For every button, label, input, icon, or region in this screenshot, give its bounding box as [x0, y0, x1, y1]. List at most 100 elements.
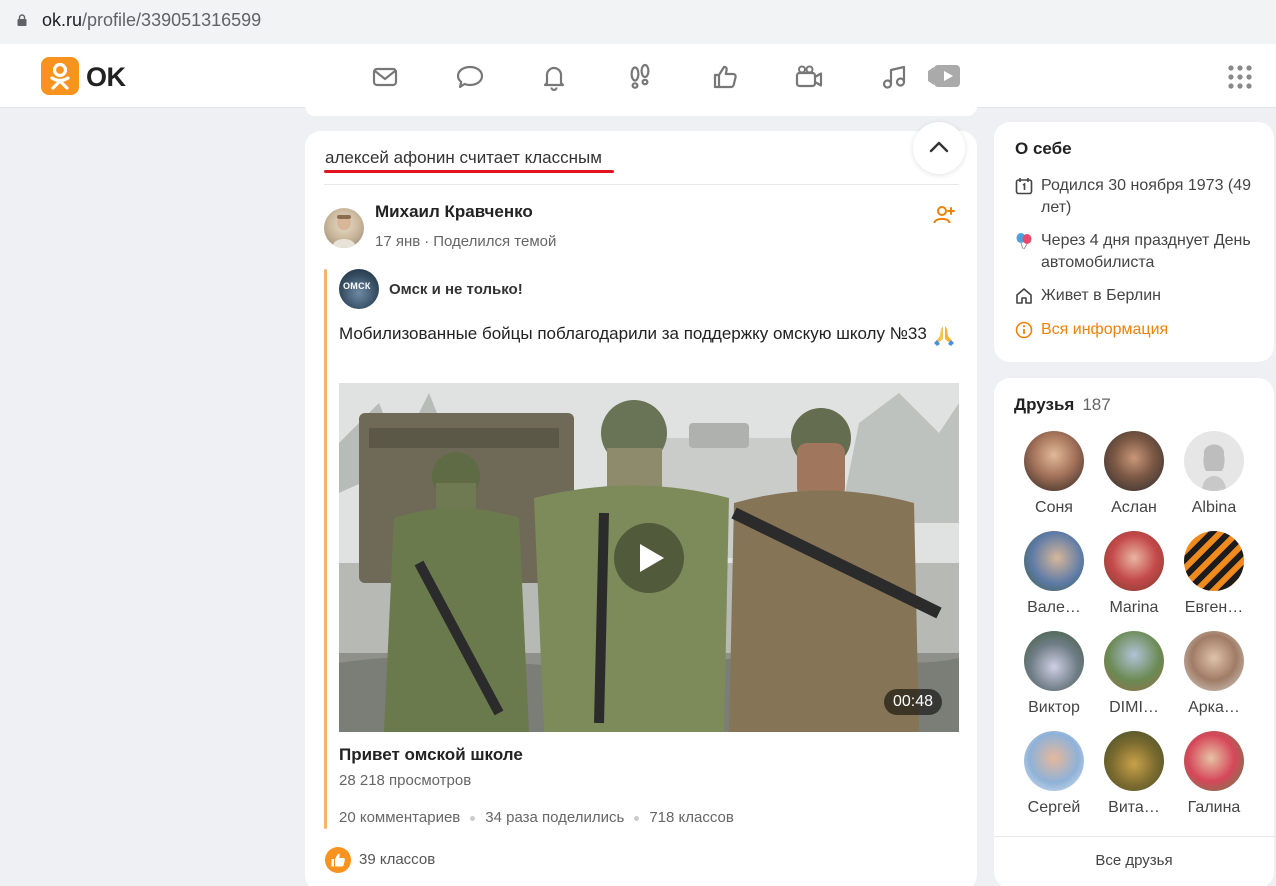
- red-underline: [324, 170, 614, 173]
- friend-avatar[interactable]: [1104, 631, 1164, 691]
- klass-like-icon[interactable]: [325, 847, 351, 873]
- friend-item[interactable]: Аслан: [1094, 431, 1174, 523]
- group-name[interactable]: Омск и не только!: [389, 281, 523, 298]
- add-friend-icon[interactable]: [933, 205, 955, 225]
- browser-url-bar: ok.ru/profile/339051316599: [0, 0, 1276, 44]
- friend-avatar[interactable]: [1184, 431, 1244, 491]
- friend-item[interactable]: Соня: [1014, 431, 1094, 523]
- footprints-icon[interactable]: [625, 62, 655, 92]
- friend-item[interactable]: Сергей: [1014, 731, 1094, 823]
- music-icon[interactable]: [879, 62, 909, 92]
- quote-bar: [324, 269, 327, 829]
- friend-name[interactable]: Евген…: [1174, 599, 1254, 617]
- friend-item[interactable]: Albina: [1174, 431, 1254, 523]
- friend-item[interactable]: DIMI…: [1094, 631, 1174, 723]
- author-avatar[interactable]: [324, 208, 364, 248]
- collapse-button[interactable]: [913, 122, 965, 174]
- friend-name[interactable]: Галина: [1174, 799, 1254, 817]
- about-title: О себе: [1015, 139, 1072, 158]
- friend-item[interactable]: Вале…: [1014, 531, 1094, 623]
- about-card: О себе Родился 30 ноября 1973 (49 лет) Ч…: [994, 122, 1274, 362]
- friends-count: 187: [1082, 395, 1111, 414]
- friend-item[interactable]: Арка…: [1174, 631, 1254, 723]
- mail-icon[interactable]: [370, 62, 400, 92]
- group-avatar-text: ОМСК: [343, 281, 371, 291]
- friend-avatar[interactable]: [1184, 731, 1244, 791]
- friend-name[interactable]: DIMI…: [1094, 699, 1174, 717]
- video-player[interactable]: 00:48: [339, 383, 959, 732]
- friend-avatar[interactable]: [1024, 531, 1084, 591]
- previous-card-edge: [305, 106, 977, 116]
- friend-name[interactable]: Albina: [1174, 499, 1254, 517]
- friend-avatar[interactable]: [1024, 731, 1084, 791]
- ok-logo-icon[interactable]: [41, 57, 79, 95]
- friend-avatar[interactable]: [1104, 531, 1164, 591]
- post-stats: 20 комментариев 34 раза поделились 718 кла…: [339, 809, 734, 826]
- friend-item[interactable]: Евген…: [1174, 531, 1254, 623]
- logo-text[interactable]: OK: [86, 62, 126, 93]
- separator-dot: [470, 815, 476, 821]
- all-info-text[interactable]: Вся информация: [1041, 321, 1168, 338]
- friend-item[interactable]: Галина: [1174, 731, 1254, 823]
- friend-name[interactable]: Вале…: [1014, 599, 1094, 617]
- calendar-icon: [1015, 178, 1033, 195]
- klass-header[interactable]: алексей афонин считает классным: [325, 148, 602, 168]
- apps-grid-icon[interactable]: [1227, 64, 1253, 90]
- feed-card: алексей афонин считает классным Михаил К…: [305, 122, 977, 886]
- post-date[interactable]: 17 янв: [375, 233, 420, 250]
- default-female-avatar-icon: [1202, 444, 1226, 491]
- all-info-link[interactable]: Вся информация: [1015, 319, 1265, 341]
- friend-name[interactable]: Виктор: [1014, 699, 1094, 717]
- friend-avatar[interactable]: [1104, 431, 1164, 491]
- chat-icon[interactable]: [455, 62, 485, 92]
- author-name[interactable]: Михаил Кравченко: [375, 202, 533, 222]
- post-meta: 17 янв · Поделился темой: [375, 233, 557, 250]
- post-action: Поделился темой: [433, 233, 557, 250]
- location-text: Живет в Берлин: [1041, 287, 1161, 304]
- comments-count[interactable]: 20 комментариев: [339, 809, 460, 826]
- friends-title[interactable]: Друзья: [1014, 395, 1074, 414]
- location-info: Живет в Берлин: [1015, 285, 1265, 307]
- friend-name[interactable]: Вита…: [1094, 799, 1174, 817]
- bell-icon[interactable]: [539, 62, 569, 92]
- video-camera-icon[interactable]: [794, 62, 824, 92]
- video-views: 28 218 просмотров: [339, 772, 472, 789]
- friend-item[interactable]: Виктор: [1014, 631, 1094, 723]
- friend-name[interactable]: Арка…: [1174, 699, 1254, 717]
- lock-icon: [17, 14, 27, 26]
- friend-avatar[interactable]: [1104, 731, 1164, 791]
- friend-avatar[interactable]: [1184, 531, 1244, 591]
- chevron-up-icon: [929, 141, 949, 153]
- all-friends-link[interactable]: Все друзья: [994, 852, 1274, 869]
- likes-count[interactable]: 39 классов: [359, 851, 435, 868]
- friend-name[interactable]: Соня: [1014, 499, 1094, 517]
- friend-item[interactable]: Вита…: [1094, 731, 1174, 823]
- video-title[interactable]: Привет омской школе: [339, 745, 523, 765]
- holiday-info: Через 4 дня празднует День автомобилиста: [1015, 230, 1265, 274]
- info-icon: [1015, 321, 1033, 339]
- play-button[interactable]: [614, 523, 684, 593]
- friend-avatar[interactable]: [1024, 431, 1084, 491]
- divider: [324, 184, 959, 185]
- divider: [994, 836, 1274, 837]
- like-icon[interactable]: [710, 62, 740, 92]
- shares-count[interactable]: 34 раза поделились: [485, 809, 624, 826]
- friend-item[interactable]: Marina: [1094, 531, 1174, 623]
- friend-name[interactable]: Сергей: [1014, 799, 1094, 817]
- friend-avatar[interactable]: [1184, 631, 1244, 691]
- post-text: Мобилизованные бойцы поблагодарили за по…: [339, 321, 959, 347]
- friends-header[interactable]: Друзья 187: [1014, 395, 1111, 415]
- friend-name[interactable]: Аслан: [1094, 499, 1174, 517]
- friend-avatar[interactable]: [1024, 631, 1084, 691]
- friend-name[interactable]: Marina: [1094, 599, 1174, 617]
- video-duration: 00:48: [884, 689, 943, 715]
- friends-card: Друзья 187 Соня Аслан Albina Вале… Marina…: [994, 378, 1274, 886]
- classes-count[interactable]: 718 классов: [649, 809, 734, 826]
- url-text[interactable]: ok.ru/profile/339051316599: [42, 10, 261, 31]
- group-avatar[interactable]: ОМСК: [339, 269, 379, 309]
- birth-info: Родился 30 ноября 1973 (49 лет): [1015, 175, 1265, 219]
- balloons-icon: [1016, 233, 1032, 250]
- play-icon: [640, 544, 664, 572]
- video-play-icon[interactable]: [928, 61, 962, 91]
- praying-hands-icon: [933, 325, 954, 346]
